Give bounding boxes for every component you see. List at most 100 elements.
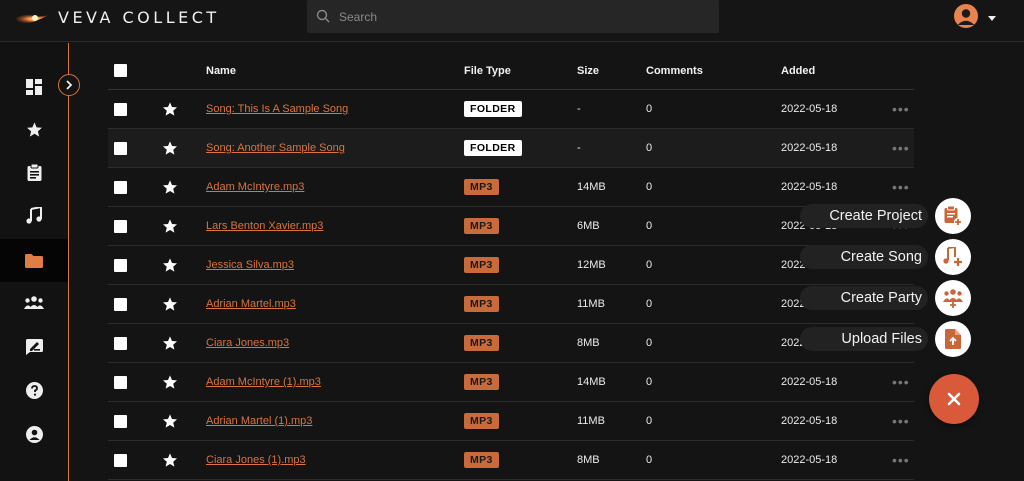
table-row[interactable]: Adam McIntyre (1).mp3 MP3 14MB 0 2022-05-18 •… [108, 363, 914, 402]
comment-count: 0 [646, 259, 653, 271]
search-input[interactable] [339, 7, 699, 27]
row-checkbox[interactable] [114, 375, 127, 389]
user-icon [25, 426, 43, 443]
folder-icon [25, 253, 43, 268]
file-name-link[interactable]: Adam McIntyre.mp3 [206, 181, 304, 193]
upload-files-action[interactable]: Upload Files [798, 319, 978, 359]
account-menu[interactable] [954, 4, 998, 30]
comment-count: 0 [646, 454, 653, 466]
create-project-icon[interactable] [935, 198, 971, 234]
table-row[interactable]: Lars Benton Xavier.mp3MP36MB02022-05-18•… [108, 207, 914, 246]
file-name-link[interactable]: Adrian Martel (1).mp3 [206, 415, 312, 427]
file-name-link[interactable]: Ciara Jones (1).mp3 [206, 454, 306, 466]
row-checkbox[interactable] [114, 102, 127, 116]
file-name-link[interactable]: Ciara Jones.mp3 [206, 337, 289, 349]
column-added[interactable]: Added [781, 52, 815, 89]
search-icon [316, 9, 330, 23]
table-row[interactable]: Adrian Martel.mp3MP311MB02022-05-18••• [108, 285, 914, 324]
file-name-link[interactable]: Adam McIntyre (1).mp3 [206, 376, 321, 388]
table-row[interactable]: Jessica Silva.mp3MP312MB02022-05-18••• [108, 246, 914, 285]
file-size: 6MB [577, 220, 600, 232]
row-checkbox[interactable] [114, 453, 127, 467]
create-project-action[interactable]: Create Project [798, 196, 978, 236]
upload-files-label[interactable]: Upload Files [800, 327, 928, 351]
sidebar-item-parties[interactable] [0, 281, 68, 324]
search-bar[interactable] [307, 0, 719, 33]
create-party-icon[interactable] [935, 280, 971, 316]
close-menu-button[interactable] [929, 374, 979, 424]
row-checkbox[interactable] [114, 258, 127, 272]
dashboard-icon [26, 78, 42, 95]
more-options-button[interactable]: ••• [892, 363, 910, 401]
favorite-star-icon[interactable] [162, 402, 178, 440]
create-song-label[interactable]: Create Song [800, 245, 928, 269]
upload-file-icon[interactable] [935, 321, 971, 357]
file-type-badge: MP3 [464, 218, 499, 234]
file-name-link[interactable]: Jessica Silva.mp3 [206, 259, 294, 271]
column-name[interactable]: Name [206, 52, 236, 89]
row-checkbox[interactable] [114, 219, 127, 233]
create-song-icon[interactable] [935, 239, 971, 275]
sidebar [0, 43, 69, 481]
date-added: 2022-05-18 [781, 103, 838, 115]
favorite-star-icon[interactable] [162, 129, 178, 167]
favorite-star-icon[interactable] [162, 246, 178, 284]
create-party-label[interactable]: Create Party [800, 286, 928, 310]
file-type-badge: MP3 [464, 296, 499, 312]
more-options-button[interactable]: ••• [892, 129, 910, 167]
more-options-button[interactable]: ••• [892, 90, 910, 128]
sidebar-item-files[interactable] [0, 239, 68, 282]
chevron-down-icon [988, 16, 996, 21]
table-row[interactable]: Ciara Jones (1).mp3 MP3 8MB 0 2022-05-18 ••• [108, 441, 914, 480]
table-row[interactable]: Adam McIntyre.mp3 MP3 14MB 0 2022-05-18 ••• [108, 168, 914, 207]
more-options-button[interactable]: ••• [892, 441, 910, 479]
brand-name: VEVA COLLECT [58, 8, 220, 27]
create-project-label[interactable]: Create Project [800, 204, 928, 228]
table-row[interactable]: Ciara Jones.mp3MP38MB02022-05-18••• [108, 324, 914, 363]
file-type-badge: FOLDER [464, 101, 522, 117]
favorite-star-icon[interactable] [162, 168, 178, 206]
date-added: 2022-05-18 [781, 142, 838, 154]
column-comments[interactable]: Comments [646, 52, 703, 89]
table-row[interactable]: Song: This Is A Sample Song FOLDER - 0 2022-… [108, 90, 914, 129]
column-size[interactable]: Size [577, 52, 599, 89]
create-party-action[interactable]: Create Party [798, 278, 978, 318]
column-file-type[interactable]: File Type [464, 52, 511, 89]
row-checkbox[interactable] [114, 180, 127, 194]
sidebar-expand-button[interactable] [58, 74, 80, 96]
brand-logo-icon [16, 14, 50, 24]
favorite-star-icon[interactable] [162, 285, 178, 323]
file-size: - [577, 142, 581, 154]
sidebar-item-feedback[interactable] [0, 325, 68, 368]
create-song-action[interactable]: Create Song [798, 237, 978, 277]
sidebar-item-help[interactable] [0, 369, 68, 412]
row-checkbox[interactable] [114, 141, 127, 155]
file-name-link[interactable]: Song: Another Sample Song [206, 142, 345, 154]
file-type-badge: FOLDER [464, 140, 522, 156]
table-row[interactable]: Song: Another Sample Song FOLDER - 0 2022-05… [108, 129, 914, 168]
table-body: Song: This Is A Sample Song FOLDER - 0 2022-… [108, 90, 914, 480]
file-name-link[interactable]: Song: This Is A Sample Song [206, 103, 348, 115]
sidebar-item-account[interactable] [0, 413, 68, 456]
favorite-star-icon[interactable] [162, 441, 178, 479]
sidebar-item-songs[interactable] [0, 194, 68, 237]
favorite-star-icon[interactable] [162, 207, 178, 245]
sidebar-item-favorites[interactable] [0, 108, 68, 151]
select-all-checkbox[interactable] [114, 64, 127, 77]
table-row[interactable]: Adrian Martel (1).mp3 MP3 11MB 0 2022-05-18 •… [108, 402, 914, 441]
file-name-link[interactable]: Lars Benton Xavier.mp3 [206, 220, 323, 232]
favorite-star-icon[interactable] [162, 324, 178, 362]
file-size: - [577, 103, 581, 115]
sidebar-item-projects[interactable] [0, 151, 68, 194]
comment-count: 0 [646, 415, 653, 427]
row-checkbox[interactable] [114, 297, 127, 311]
comment-count: 0 [646, 220, 653, 232]
file-name-link[interactable]: Adrian Martel.mp3 [206, 298, 296, 310]
row-checkbox[interactable] [114, 414, 127, 428]
date-added: 2022-05-18 [781, 454, 838, 466]
date-added: 2022-05-18 [781, 415, 838, 427]
favorite-star-icon[interactable] [162, 363, 178, 401]
row-checkbox[interactable] [114, 336, 127, 350]
favorite-star-icon[interactable] [162, 90, 178, 128]
more-options-button[interactable]: ••• [892, 402, 910, 440]
